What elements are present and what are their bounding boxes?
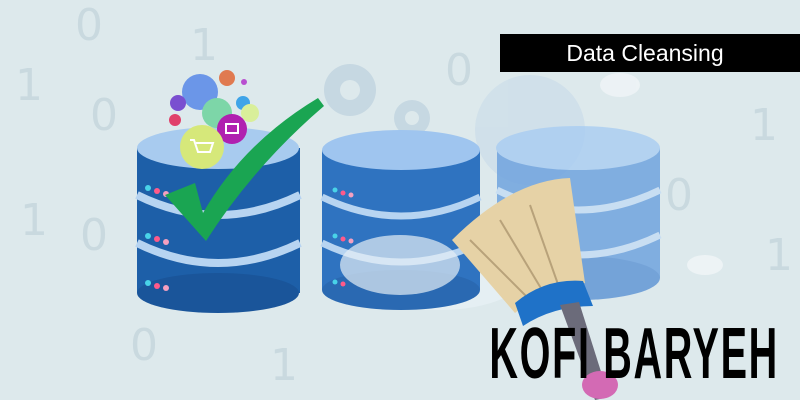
app-bubble xyxy=(170,95,186,111)
user-icon xyxy=(169,114,181,126)
page-title: Data Cleansing xyxy=(566,39,724,66)
author-name: KOFI BARYEH xyxy=(474,314,794,394)
bg-digit: 1 xyxy=(20,195,48,246)
bg-digit: 1 xyxy=(190,20,218,71)
bg-digit: 0 xyxy=(130,320,158,371)
bg-digit: 0 xyxy=(80,210,108,261)
bg-digit: 0 xyxy=(665,170,693,221)
music-icon xyxy=(219,70,235,86)
bg-digit: 1 xyxy=(750,100,778,151)
bg-digit: 1 xyxy=(765,230,793,281)
bg-digit: 0 xyxy=(445,45,473,96)
bg-digit: 0 xyxy=(90,90,118,141)
bg-digit: 0 xyxy=(75,0,103,51)
gear-icon xyxy=(324,64,430,136)
title-banner: Data Cleansing xyxy=(500,34,800,72)
shopping-cart-icon xyxy=(180,125,224,169)
bg-digit: 1 xyxy=(15,60,43,111)
database-icon xyxy=(320,130,482,310)
app-bubble xyxy=(241,104,259,122)
author-label: KOFI BARYEH xyxy=(489,314,779,394)
bg-digit: 1 xyxy=(270,340,298,391)
